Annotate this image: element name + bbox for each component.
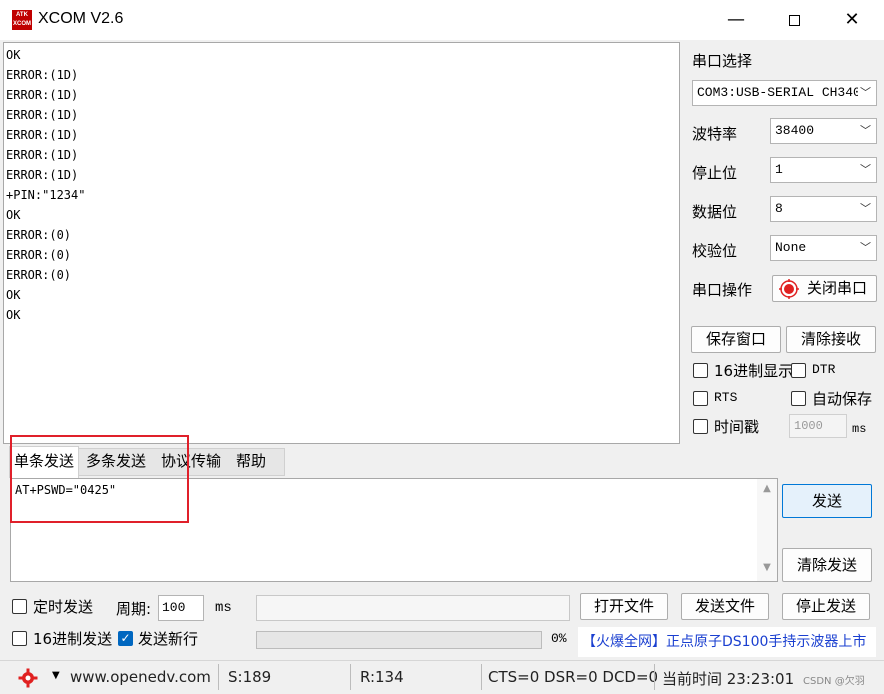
hex-display-checkbox[interactable] (693, 363, 708, 378)
period-label: 周期: (116, 600, 152, 618)
parity-select[interactable]: None ﹀ (770, 235, 877, 261)
scroll-up-icon: ▲ (763, 483, 771, 494)
databits-select-value: 8 (775, 201, 783, 216)
close-port-button[interactable]: 关闭串口 (772, 275, 877, 302)
status-separator (350, 664, 351, 690)
send-file-button[interactable]: 发送文件 (681, 593, 769, 620)
port-select-value: COM3:USB-SERIAL CH340 (697, 85, 861, 100)
timed-send-label: 定时发送 (33, 598, 94, 616)
port-select[interactable]: COM3:USB-SERIAL CH340 ﹀ (692, 80, 877, 106)
receive-line: ERROR:(0) (6, 228, 72, 242)
clear-send-button[interactable]: 清除发送 (782, 548, 872, 582)
maximize-icon (788, 14, 800, 26)
timed-send-checkbox[interactable] (12, 599, 27, 614)
baud-select[interactable]: 38400 ﹀ (770, 118, 877, 144)
databits-select[interactable]: 8 ﹀ (770, 196, 877, 222)
stopbits-label: 停止位 (692, 164, 738, 182)
sent-count: S:189 (228, 668, 272, 686)
port-select-label: 串口选择 (692, 52, 753, 70)
auto-save-checkbox[interactable] (791, 391, 806, 406)
send-scrollbar[interactable]: ▲ ▼ (757, 479, 777, 581)
hex-display-label: 16进制显示 (714, 362, 794, 380)
receive-line: OK (6, 288, 21, 302)
receive-line: ERROR:(1D) (6, 168, 79, 182)
send-newline-checkbox[interactable]: ✓ (118, 631, 133, 646)
timestamp-unit-label: ms (852, 422, 867, 436)
auto-save-label: 自动保存 (812, 390, 873, 408)
save-window-button[interactable]: 保存窗口 (691, 326, 781, 353)
close-port-label: 关闭串口 (807, 279, 868, 297)
port-status-icon (779, 279, 799, 299)
parity-select-value: None (775, 240, 807, 255)
port-op-label: 串口操作 (692, 281, 753, 299)
gear-icon[interactable] (18, 668, 38, 688)
receive-line: ERROR:(0) (6, 248, 72, 262)
checkmark-icon: ✓ (120, 631, 131, 645)
receive-line: ERROR:(1D) (6, 108, 79, 122)
current-time: 当前时间 23:23:01 (662, 670, 795, 688)
scroll-down-icon: ▼ (763, 562, 771, 573)
receive-line: ERROR:(0) (6, 268, 72, 282)
status-separator (654, 664, 655, 690)
hex-send-label: 16进制发送 (33, 630, 113, 648)
received-count: R:134 (360, 668, 404, 686)
receive-line: ERROR:(1D) (6, 148, 79, 162)
app-logo-icon: ATK XCOM (12, 10, 32, 30)
receive-line: ERROR:(1D) (6, 128, 79, 142)
send-progress-bar (256, 631, 542, 649)
stopbits-select-value: 1 (775, 162, 783, 177)
dtr-checkbox[interactable] (791, 363, 806, 378)
minimize-button[interactable]: — (707, 0, 765, 40)
timestamp-interval-input[interactable]: 1000 (789, 414, 847, 438)
databits-label: 数据位 (692, 203, 738, 221)
maximize-button[interactable] (765, 0, 823, 40)
tab-help[interactable]: 帮助 (232, 448, 270, 476)
receive-line: ERROR:(1D) (6, 68, 79, 82)
line-status: CTS=0 DSR=0 DCD=0 (488, 668, 659, 686)
watermark: CSDN @欠羽 (803, 676, 865, 687)
open-file-button[interactable]: 打开文件 (580, 593, 668, 620)
receive-textarea[interactable]: OK ERROR:(1D) ERROR:(1D) ERROR:(1D) ERROR:(1… (3, 42, 680, 444)
dtr-label: DTR (812, 362, 836, 377)
baud-select-value: 38400 (775, 123, 815, 138)
receive-line: OK (6, 308, 21, 322)
ad-link[interactable]: 【火爆全网】正点原子DS100手持示波器上市 (578, 627, 876, 657)
window-title: XCOM V2.6 (38, 10, 124, 27)
chevron-down-icon: ﹀ (858, 119, 871, 143)
timestamp-label: 时间戳 (714, 418, 760, 436)
rts-checkbox[interactable] (693, 391, 708, 406)
caret-down-icon[interactable]: ▼ (52, 670, 60, 681)
period-unit-label: ms (215, 600, 232, 616)
chevron-down-icon: ﹀ (858, 158, 871, 182)
chevron-down-icon: ﹀ (858, 81, 871, 105)
rts-label: RTS (714, 390, 738, 405)
receive-line: OK (6, 208, 21, 222)
receive-line: ERROR:(1D) (6, 88, 79, 102)
minimize-icon: — (727, 9, 745, 30)
status-separator (481, 664, 482, 690)
send-newline-label: 发送新行 (138, 630, 199, 648)
website-link[interactable]: www.openedv.com (70, 668, 211, 686)
chevron-down-icon: ﹀ (858, 197, 871, 221)
stopbits-select[interactable]: 1 ﹀ (770, 157, 877, 183)
clear-receive-button[interactable]: 清除接收 (786, 326, 876, 353)
receive-line: +PIN:"1234" (6, 188, 86, 202)
file-path-input[interactable] (256, 595, 570, 621)
close-window-button[interactable]: ✕ (823, 0, 881, 40)
chevron-down-icon: ﹀ (858, 236, 871, 260)
status-separator (218, 664, 219, 690)
period-input[interactable]: 100 (158, 595, 204, 621)
timestamp-checkbox[interactable] (693, 419, 708, 434)
progress-percent: 0% (551, 631, 567, 646)
send-button[interactable]: 发送 (782, 484, 872, 518)
close-icon: ✕ (844, 9, 860, 30)
annotation-highlight-box (10, 435, 189, 523)
baud-label: 波特率 (692, 125, 738, 143)
parity-label: 校验位 (692, 242, 738, 260)
hex-send-checkbox[interactable] (12, 631, 27, 646)
receive-line: OK (6, 48, 21, 62)
stop-send-button[interactable]: 停止发送 (782, 593, 870, 620)
